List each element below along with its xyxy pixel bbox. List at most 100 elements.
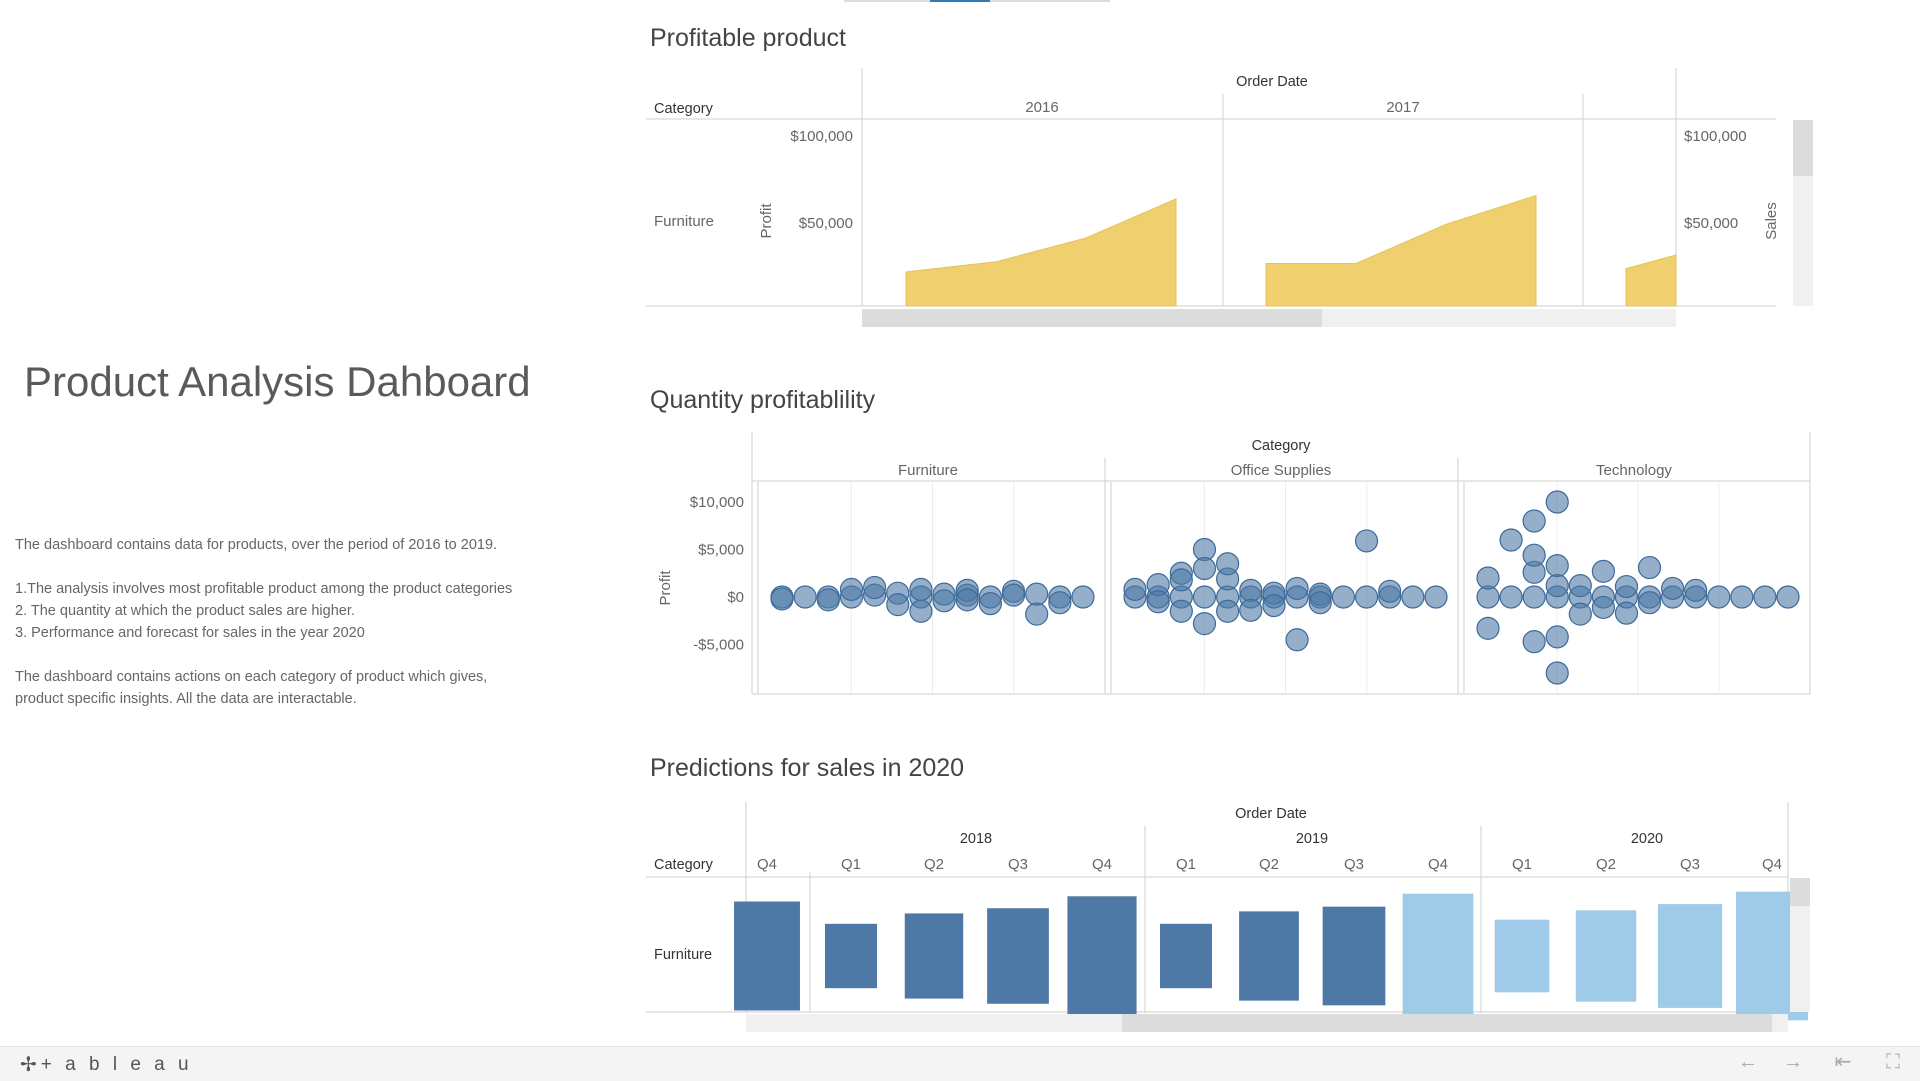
quarter-header: Q4 bbox=[1092, 856, 1112, 873]
fullscreen-icon[interactable]: ⛶ bbox=[1880, 1050, 1906, 1074]
quantity-profitability-chart[interactable]: Category Furniture Office Supplies Techn… bbox=[640, 430, 1820, 700]
scatter-point[interactable] bbox=[1216, 599, 1240, 623]
y-tick-right: $50,000 bbox=[1684, 215, 1738, 232]
pane-header-office-supplies: Office Supplies bbox=[1231, 462, 1332, 479]
scatter-point[interactable] bbox=[1776, 585, 1800, 609]
scatter-point[interactable] bbox=[1308, 591, 1332, 615]
scatter-point[interactable] bbox=[1123, 577, 1147, 601]
sales-bar[interactable] bbox=[987, 908, 1049, 1004]
scatter-point[interactable] bbox=[1025, 602, 1049, 626]
area-series-2016[interactable] bbox=[905, 198, 1177, 307]
h-scrollbar-thumb[interactable] bbox=[862, 309, 1322, 327]
scatter-point[interactable] bbox=[1661, 576, 1685, 601]
scatter-point[interactable] bbox=[1591, 559, 1615, 583]
quarter-header: Q1 bbox=[1512, 856, 1532, 873]
scatter-point[interactable] bbox=[1285, 576, 1309, 601]
scatter-point[interactable] bbox=[1614, 574, 1639, 599]
scatter-point[interactable] bbox=[793, 585, 817, 609]
area-series-2017[interactable] bbox=[1265, 194, 1537, 307]
scatter-point[interactable] bbox=[1545, 625, 1569, 649]
description-line: product specific insights. All the data … bbox=[15, 691, 357, 707]
revert-icon[interactable]: ⇤ bbox=[1830, 1050, 1856, 1074]
v-scrollbar-thumb[interactable] bbox=[1790, 878, 1810, 906]
scatter-point[interactable] bbox=[1048, 591, 1072, 615]
scatter-point[interactable] bbox=[1354, 529, 1379, 553]
scatter-point[interactable] bbox=[978, 592, 1002, 616]
scatter-point[interactable] bbox=[816, 588, 840, 612]
scatter-point[interactable] bbox=[839, 577, 864, 601]
scatter-point[interactable] bbox=[1192, 612, 1217, 636]
sales-bar[interactable] bbox=[734, 901, 800, 1011]
predictions-chart[interactable]: Order Date Category 2018 2019 2020 Furni… bbox=[640, 800, 1820, 1040]
scatter-point[interactable] bbox=[1025, 582, 1049, 606]
redo-icon[interactable]: → bbox=[1780, 1050, 1806, 1074]
scatter-point[interactable] bbox=[886, 593, 910, 617]
description-line: The dashboard contains data for products… bbox=[15, 537, 498, 553]
scatter-point[interactable] bbox=[1192, 585, 1217, 609]
scatter-point[interactable] bbox=[1499, 585, 1523, 609]
scatter-point[interactable] bbox=[1169, 599, 1193, 623]
scatter-point[interactable] bbox=[1331, 585, 1355, 609]
scatter-point[interactable] bbox=[909, 577, 933, 601]
sales-bar[interactable] bbox=[1159, 923, 1213, 989]
scatter-point[interactable] bbox=[1522, 543, 1546, 567]
scatter-point[interactable] bbox=[1545, 661, 1569, 685]
scatter-point[interactable] bbox=[1001, 583, 1026, 607]
area-series-2018[interactable] bbox=[1625, 254, 1677, 307]
scatter-point[interactable] bbox=[1684, 578, 1708, 602]
h-scrollbar-thumb[interactable] bbox=[1122, 1014, 1772, 1032]
tableau-logo[interactable]: ✢ + a b l e a u bbox=[20, 1052, 193, 1077]
scatter-point[interactable] bbox=[1354, 585, 1379, 609]
sales-bar[interactable] bbox=[1067, 896, 1137, 1016]
top-tab-active[interactable] bbox=[930, 0, 990, 2]
scatter-point[interactable] bbox=[1476, 616, 1500, 640]
scatter-point[interactable] bbox=[1378, 579, 1402, 603]
v-scrollbar-thumb[interactable] bbox=[1793, 120, 1813, 176]
sales-bar[interactable] bbox=[1239, 911, 1299, 1001]
scatter-point[interactable] bbox=[1545, 574, 1569, 598]
scatter-point[interactable] bbox=[1401, 585, 1425, 609]
scatter-point[interactable] bbox=[1192, 556, 1217, 581]
scatter-point[interactable] bbox=[1424, 585, 1448, 609]
scatter-point[interactable] bbox=[1239, 578, 1263, 602]
profitable-product-chart[interactable]: Order Date Category 2016 2017 Furniture … bbox=[640, 66, 1820, 336]
scatter-point[interactable] bbox=[1262, 593, 1286, 618]
scatter-point[interactable] bbox=[770, 587, 794, 611]
year-header: 2018 bbox=[960, 831, 992, 847]
scatter-point[interactable] bbox=[1522, 585, 1546, 609]
forecast-bar[interactable] bbox=[1402, 893, 1474, 1019]
scatter-point[interactable] bbox=[1637, 555, 1662, 580]
scatter-point[interactable] bbox=[1499, 528, 1523, 552]
scatter-point[interactable] bbox=[932, 589, 956, 613]
scatter-point[interactable] bbox=[1545, 490, 1569, 514]
undo-icon[interactable]: ← bbox=[1735, 1050, 1761, 1074]
scatter-point[interactable] bbox=[1146, 590, 1170, 614]
scatter-point[interactable] bbox=[1522, 509, 1546, 533]
scatter-point[interactable] bbox=[1591, 595, 1615, 620]
scatter-point[interactable] bbox=[909, 599, 933, 623]
scatter-point[interactable] bbox=[1568, 602, 1592, 626]
sales-bar[interactable] bbox=[1322, 906, 1386, 1006]
sales-bar[interactable] bbox=[824, 923, 878, 989]
scatter-point[interactable] bbox=[1707, 585, 1731, 609]
scatter-point[interactable] bbox=[955, 588, 979, 612]
scatter-point[interactable] bbox=[1545, 554, 1569, 578]
y-tick: $100,000 bbox=[790, 128, 853, 145]
scatter-point[interactable] bbox=[1522, 630, 1546, 654]
scatter-point[interactable] bbox=[1071, 585, 1095, 609]
scatter-point[interactable] bbox=[1285, 628, 1309, 652]
scatter-point[interactable] bbox=[863, 575, 887, 600]
sales-bar[interactable] bbox=[904, 913, 964, 999]
scatter-point[interactable] bbox=[1239, 598, 1263, 622]
scatter-point[interactable] bbox=[1637, 591, 1662, 615]
scatter-point[interactable] bbox=[1730, 585, 1754, 609]
scatter-point[interactable] bbox=[1169, 568, 1193, 592]
scatter-point[interactable] bbox=[1753, 585, 1777, 609]
forecast-bar[interactable] bbox=[1494, 919, 1550, 993]
forecast-bar[interactable] bbox=[1575, 910, 1637, 1002]
scatter-point[interactable] bbox=[1476, 566, 1500, 590]
scatter-point[interactable] bbox=[1568, 574, 1592, 598]
scatter-point[interactable] bbox=[1614, 601, 1639, 625]
forecast-bar[interactable] bbox=[1657, 904, 1723, 1008]
scatter-point[interactable] bbox=[1216, 552, 1240, 576]
